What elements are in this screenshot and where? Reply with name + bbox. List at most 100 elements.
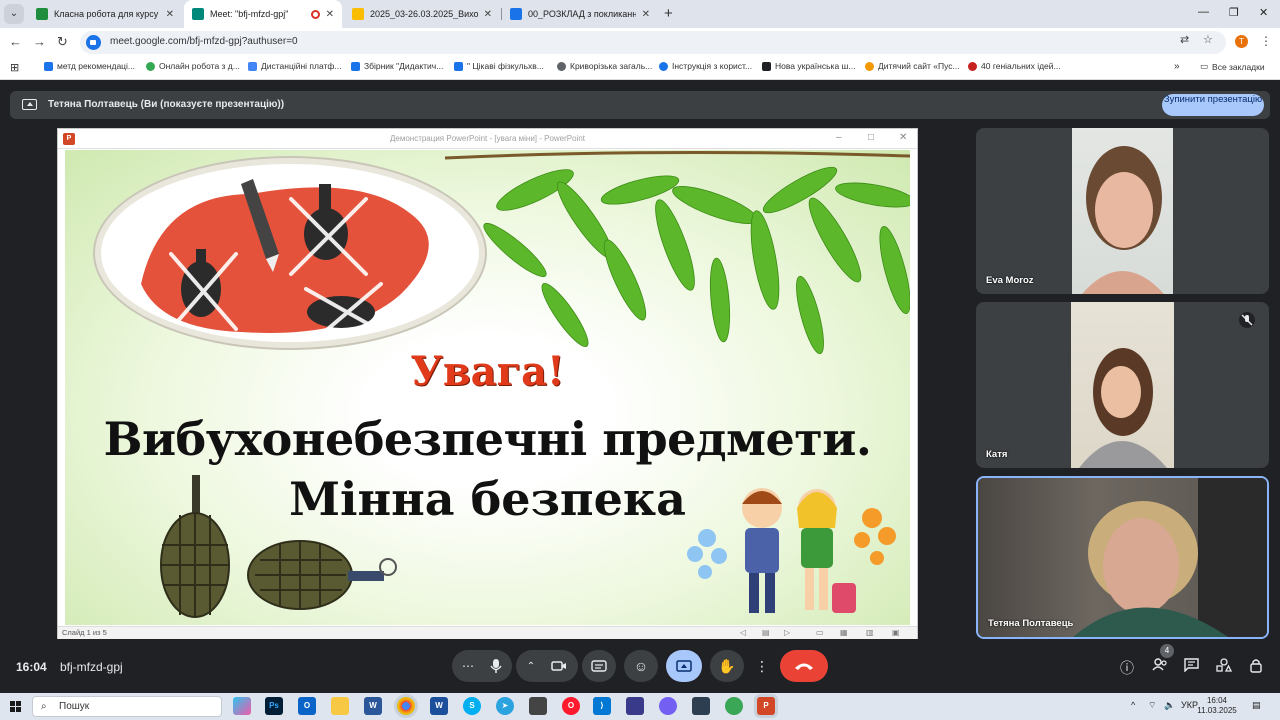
tab-search-chevron-icon[interactable]: ⌄ (4, 4, 24, 24)
tab-drive-doc[interactable]: 2025_03-26.03.2025_Виховател ✕ (344, 0, 500, 28)
site-info-icon[interactable] (86, 35, 101, 50)
ppt-close-icon[interactable]: ✕ (899, 132, 907, 143)
slide-sorter-icon[interactable]: ▦ (840, 628, 848, 637)
utorrent-icon[interactable] (725, 697, 743, 715)
save-app-icon[interactable] (626, 697, 644, 715)
apps-grid-icon[interactable]: ⊞ (10, 61, 19, 74)
slide-canvas[interactable]: Увага! Вибухонебезпечні предмети. Мінна … (65, 150, 910, 625)
file-explorer-icon[interactable] (331, 697, 349, 715)
tab-schedule[interactable]: 00_РОЗКЛАД з покликаннями ✕ (502, 0, 658, 28)
emoji-smile-icon[interactable]: ☺ (634, 658, 648, 674)
raise-hand-button[interactable]: ✋ (710, 650, 744, 682)
bookmark-item[interactable]: Збірник "Дидактич... (351, 61, 443, 71)
chat-icon[interactable] (1184, 658, 1199, 675)
windows-start-icon[interactable] (10, 701, 22, 713)
slide-menu-icon[interactable]: ▤ (762, 628, 770, 637)
store-icon[interactable] (529, 697, 547, 715)
raise-hand-icon[interactable]: ✋ (718, 658, 735, 675)
taskbar-search-box[interactable]: ⌕ Пошук (32, 696, 222, 717)
browser-menu-icon[interactable]: ⋮ (1260, 34, 1272, 48)
paint-icon[interactable]: W (430, 697, 448, 715)
more-options-button[interactable]: ⋮ (750, 650, 774, 682)
participant-tile-self[interactable]: Тетяна Полтавець (976, 476, 1269, 639)
tray-overflow-chevron-icon[interactable]: ^ (1131, 700, 1135, 710)
video-camera-icon[interactable] (551, 660, 567, 672)
close-tab-icon[interactable]: ✕ (642, 9, 650, 20)
opera-icon[interactable]: O (562, 697, 580, 715)
bookmark-item[interactable]: Дитячий сайт «Пус... (865, 61, 960, 71)
restore-icon[interactable]: ❐ (1229, 6, 1239, 19)
camera-options-chevron-icon[interactable]: ⌃ (527, 661, 535, 672)
tab-meet[interactable]: Meet: "bfj-mfzd-gpj" ✕ (184, 0, 342, 28)
microphone-icon[interactable] (490, 658, 502, 674)
close-tab-icon[interactable]: ✕ (166, 9, 174, 20)
powerpoint-taskbar-icon[interactable]: P (757, 697, 775, 715)
ppt-minimize-icon[interactable]: – (836, 132, 842, 143)
word-icon[interactable]: W (364, 697, 382, 715)
bookmark-item[interactable]: 40 геніальних ідей... (968, 61, 1061, 71)
present-now-button[interactable] (666, 650, 702, 682)
bookmark-item[interactable]: метд рекомендаці... (44, 61, 135, 71)
bookmark-item[interactable]: Криворізька загаль... (557, 61, 652, 71)
skype-icon[interactable]: S (463, 697, 481, 715)
prev-slide-icon[interactable]: ◁ (740, 628, 746, 637)
app-icon[interactable] (692, 697, 710, 715)
bookmark-item[interactable]: " Цікаві фізкульхв... (454, 61, 544, 71)
stop-presenting-button[interactable]: Зупинити презентацію (1162, 94, 1264, 116)
close-tab-icon[interactable]: ✕ (484, 9, 492, 20)
notifications-icon[interactable]: ▤ (1252, 700, 1261, 711)
copilot-icon[interactable] (233, 697, 251, 715)
tab-classwork[interactable]: Класна робота для курсу "Вихова ✕ (28, 0, 182, 28)
reading-view-icon[interactable]: ▥ (866, 628, 874, 637)
address-bar[interactable]: meet.google.com/bfj-mfzd-gpj?authuser=0 (80, 31, 1226, 54)
bookmark-item[interactable]: Онлайн робота з д... (146, 61, 240, 71)
more-vert-icon[interactable]: ⋮ (755, 658, 769, 675)
reactions-button[interactable]: ☺ (624, 650, 658, 682)
all-bookmarks-folder[interactable]: ▭ Все закладки (1200, 61, 1265, 72)
viber-icon[interactable] (659, 697, 677, 715)
minimize-icon[interactable]: — (1198, 6, 1209, 18)
back-arrow-icon[interactable]: ← (9, 34, 22, 49)
hang-up-phone-icon[interactable] (794, 661, 814, 671)
forward-arrow-icon[interactable]: → (33, 34, 46, 49)
people-icon[interactable] (1152, 658, 1168, 674)
camera-control[interactable]: ⌃ (516, 650, 578, 682)
leave-call-button[interactable] (780, 650, 828, 682)
more-audio-options-icon[interactable]: ⋯ (462, 659, 474, 673)
mic-control[interactable]: ⋯ (452, 650, 512, 682)
present-screen-icon[interactable] (676, 659, 692, 673)
powerpoint-window: P Демонстрация PowerPoint - [увага міни]… (57, 128, 918, 639)
bookmark-item[interactable]: Дистанційні платф... (248, 61, 342, 71)
participant-tile[interactable]: Катя (976, 302, 1269, 468)
language-indicator[interactable]: УКР (1181, 700, 1198, 710)
activities-icon[interactable] (1216, 658, 1233, 675)
meeting-info-icon[interactable]: ⓘ (1120, 658, 1134, 678)
bookmark-star-icon[interactable]: ☆ (1203, 33, 1213, 46)
vscode-icon[interactable]: ⟩ (593, 697, 611, 715)
host-controls-lock-icon[interactable] (1249, 658, 1263, 676)
translate-icon[interactable]: ⇄ (1180, 33, 1189, 46)
reload-icon[interactable]: ↻ (57, 34, 68, 50)
next-slide-icon[interactable]: ▷ (784, 628, 790, 637)
telegram-icon[interactable]: ➤ (496, 697, 514, 715)
bookmark-item[interactable]: Інструкція з корист... (659, 61, 752, 71)
profile-avatar[interactable]: Т (1235, 35, 1248, 48)
wifi-icon[interactable]: ⌔ (1148, 700, 1156, 711)
outlook-icon[interactable]: O (298, 697, 316, 715)
ppt-maximize-icon[interactable]: □ (868, 132, 874, 143)
participant-tile[interactable]: Eva Moroz (976, 128, 1269, 294)
window-close-icon[interactable]: ✕ (1259, 6, 1268, 19)
url-text[interactable]: meet.google.com/bfj-mfzd-gpj?authuser=0 (110, 36, 298, 47)
close-tab-icon[interactable]: ✕ (326, 9, 334, 20)
chrome-icon[interactable] (397, 697, 415, 715)
captions-icon[interactable] (591, 660, 607, 672)
volume-icon[interactable]: 🔈 (1164, 700, 1175, 711)
more-bookmarks-chevron-icon[interactable]: » (1174, 61, 1180, 72)
bookmark-item[interactable]: Нова українська ш... (762, 61, 855, 71)
slideshow-view-icon[interactable]: ▣ (892, 628, 900, 637)
photoshop-icon[interactable]: Ps (265, 697, 283, 715)
captions-button[interactable] (582, 650, 616, 682)
taskbar-clock[interactable]: 16:04 11.03.2025 (1197, 696, 1237, 716)
normal-view-icon[interactable]: ▭ (816, 628, 824, 637)
new-tab-plus-icon[interactable]: + (664, 5, 673, 22)
